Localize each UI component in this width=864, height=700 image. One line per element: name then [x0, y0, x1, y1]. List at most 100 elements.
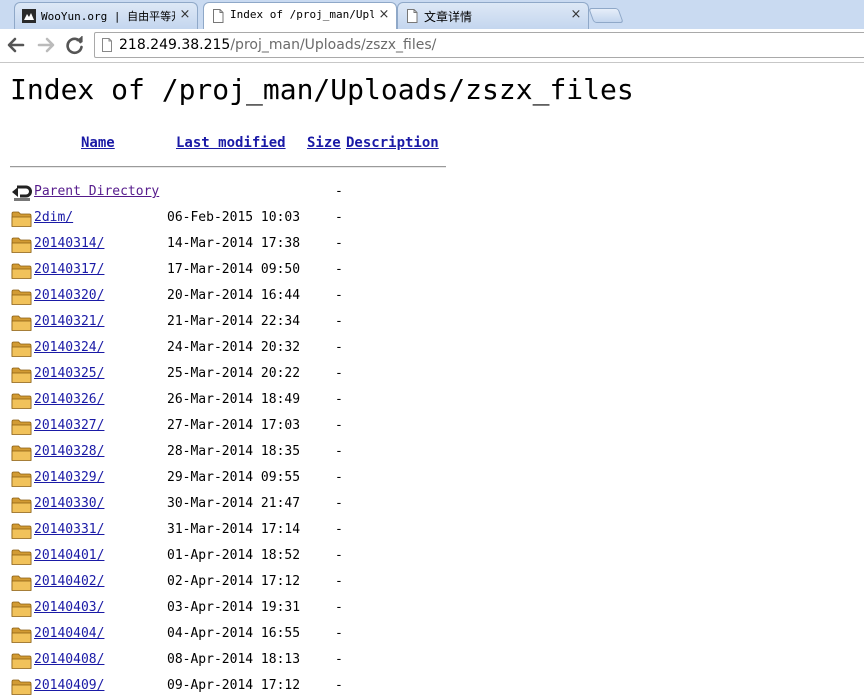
url-host: 218.249.38.215 — [119, 37, 231, 53]
folder-link[interactable]: 20140320/ — [34, 288, 104, 303]
size-cell: - — [335, 496, 343, 511]
last-modified-cell: 30-Mar-2014 21:47 — [167, 496, 301, 511]
size-cell: - — [335, 678, 343, 693]
directory-row: 20140408/ 08-Apr-2014 18:13 - — [0, 648, 864, 674]
folder-icon — [11, 497, 32, 513]
tab-title: WooYun.org | 自由平等开 — [41, 10, 175, 23]
tab-wooyun[interactable]: WooYun.org | 自由平等开 × — [14, 2, 198, 30]
forward-arrow-icon[interactable] — [35, 35, 57, 55]
folder-link[interactable]: 20140409/ — [34, 678, 104, 693]
folder-icon — [11, 653, 32, 669]
size-cell: - — [335, 444, 343, 459]
folder-link[interactable]: 20140404/ — [34, 626, 104, 641]
directory-row: 20140327/ 27-Mar-2014 17:03 - — [0, 414, 864, 440]
last-modified-cell: 09-Apr-2014 17:12 — [167, 678, 301, 693]
size-cell: - — [335, 600, 343, 615]
folder-link[interactable]: 2dim/ — [34, 210, 73, 225]
last-modified-cell: 24-Mar-2014 20:32 — [167, 340, 301, 355]
close-icon[interactable]: × — [179, 8, 191, 21]
last-modified-cell: 31-Mar-2014 17:14 — [167, 522, 301, 537]
folder-link[interactable]: 20140403/ — [34, 600, 104, 615]
folder-icon — [11, 237, 32, 253]
last-modified-cell: 27-Mar-2014 17:03 — [167, 418, 301, 433]
toolbar: 218.249.38.215/proj_man/Uploads/zszx_fil… — [0, 29, 864, 63]
directory-row: 20140317/ 17-Mar-2014 09:50 - — [0, 258, 864, 284]
folder-icon — [11, 471, 32, 487]
tab-strip: WooYun.org | 自由平等开 × Index of /proj_man/… — [0, 0, 864, 31]
reload-icon[interactable] — [64, 35, 86, 55]
directory-row: 2dim/ 06-Feb-2015 10:03 - — [0, 206, 864, 232]
page-icon — [407, 9, 418, 23]
tab-article-detail[interactable]: 文章详情 × — [397, 2, 589, 30]
last-modified-cell: 04-Apr-2014 16:55 — [167, 626, 301, 641]
folder-icon — [11, 289, 32, 305]
directory-row: 20140403/ 03-Apr-2014 19:31 - — [0, 596, 864, 622]
folder-link[interactable]: 20140329/ — [34, 470, 104, 485]
back-arrow-icon[interactable] — [5, 35, 27, 55]
folder-link[interactable]: 20140330/ — [34, 496, 104, 511]
header-divider — [10, 166, 446, 168]
size-cell: - — [335, 574, 343, 589]
close-icon[interactable]: × — [570, 8, 582, 21]
size-cell: - — [335, 418, 343, 433]
folder-link[interactable]: 20140328/ — [34, 444, 104, 459]
wooyun-favicon-icon — [22, 9, 36, 23]
last-modified-cell: 03-Apr-2014 19:31 — [167, 600, 301, 615]
directory-row: 20140401/ 01-Apr-2014 18:52 - — [0, 544, 864, 570]
url-text: 218.249.38.215/proj_man/Uploads/zszx_fil… — [119, 37, 436, 53]
folder-link[interactable]: 20140408/ — [34, 652, 104, 667]
address-bar[interactable]: 218.249.38.215/proj_man/Uploads/zszx_fil… — [94, 32, 864, 58]
size-cell: - — [335, 626, 343, 641]
directory-row: 20140324/ 24-Mar-2014 20:32 - — [0, 336, 864, 362]
directory-row: 20140320/ 20-Mar-2014 16:44 - — [0, 284, 864, 310]
size-cell: - — [335, 470, 343, 485]
folder-icon — [11, 575, 32, 591]
last-modified-cell: 25-Mar-2014 20:22 — [167, 366, 301, 381]
directory-row: 20140409/ 09-Apr-2014 17:12 - — [0, 674, 864, 700]
tab-index-of[interactable]: Index of /proj_man/Uplo × — [203, 2, 397, 31]
folder-link[interactable]: 20140325/ — [34, 366, 104, 381]
directory-row: 20140325/ 25-Mar-2014 20:22 - — [0, 362, 864, 388]
directory-row: 20140330/ 30-Mar-2014 21:47 - — [0, 492, 864, 518]
size-cell: - — [335, 366, 343, 381]
folder-icon — [11, 549, 32, 565]
size-cell: - — [335, 210, 343, 225]
last-modified-cell: 28-Mar-2014 18:35 — [167, 444, 301, 459]
url-path: /proj_man/Uploads/zszx_files/ — [230, 37, 437, 53]
folder-icon — [11, 341, 32, 357]
directory-row: 20140402/ 02-Apr-2014 17:12 - — [0, 570, 864, 596]
folder-icon — [11, 211, 32, 227]
folder-link[interactable]: 20140401/ — [34, 548, 104, 563]
folder-icon — [11, 445, 32, 461]
size-cell: - — [335, 522, 343, 537]
folder-icon — [11, 367, 32, 383]
folder-link[interactable]: 20140321/ — [34, 314, 104, 329]
parent-directory-row: Parent Directory - — [0, 180, 864, 206]
close-icon[interactable]: × — [378, 8, 390, 21]
page-icon — [102, 38, 112, 52]
folder-link[interactable]: 20140327/ — [34, 418, 104, 433]
tab-title: 文章详情 — [424, 10, 473, 24]
folder-link[interactable]: 20140324/ — [34, 340, 104, 355]
last-modified-cell: 17-Mar-2014 09:50 — [167, 262, 301, 277]
folder-icon — [11, 315, 32, 331]
folder-link[interactable]: 20140314/ — [34, 236, 104, 251]
last-modified-cell: 26-Mar-2014 18:49 — [167, 392, 301, 407]
directory-row: 20140329/ 29-Mar-2014 09:55 - — [0, 466, 864, 492]
folder-link[interactable]: 20140326/ — [34, 392, 104, 407]
folder-link[interactable]: 20140331/ — [34, 522, 104, 537]
folder-link[interactable]: 20140317/ — [34, 262, 104, 277]
last-modified-cell: 06-Feb-2015 10:03 — [167, 210, 301, 225]
column-header-last-modified[interactable]: Last modified — [176, 135, 286, 151]
parent-directory-link[interactable]: Parent Directory — [34, 184, 159, 199]
size-cell: - — [335, 184, 343, 199]
size-cell: - — [335, 262, 343, 277]
column-header-size[interactable]: Size — [307, 135, 341, 151]
folder-link[interactable]: 20140402/ — [34, 574, 104, 589]
folder-icon — [11, 601, 32, 617]
column-header-name[interactable]: Name — [81, 135, 115, 151]
page-content: Index of /proj_man/Uploads/zszx_files Na… — [0, 63, 864, 697]
last-modified-cell: 21-Mar-2014 22:34 — [167, 314, 301, 329]
column-header-description[interactable]: Description — [346, 135, 439, 151]
new-tab-button[interactable] — [588, 8, 624, 23]
